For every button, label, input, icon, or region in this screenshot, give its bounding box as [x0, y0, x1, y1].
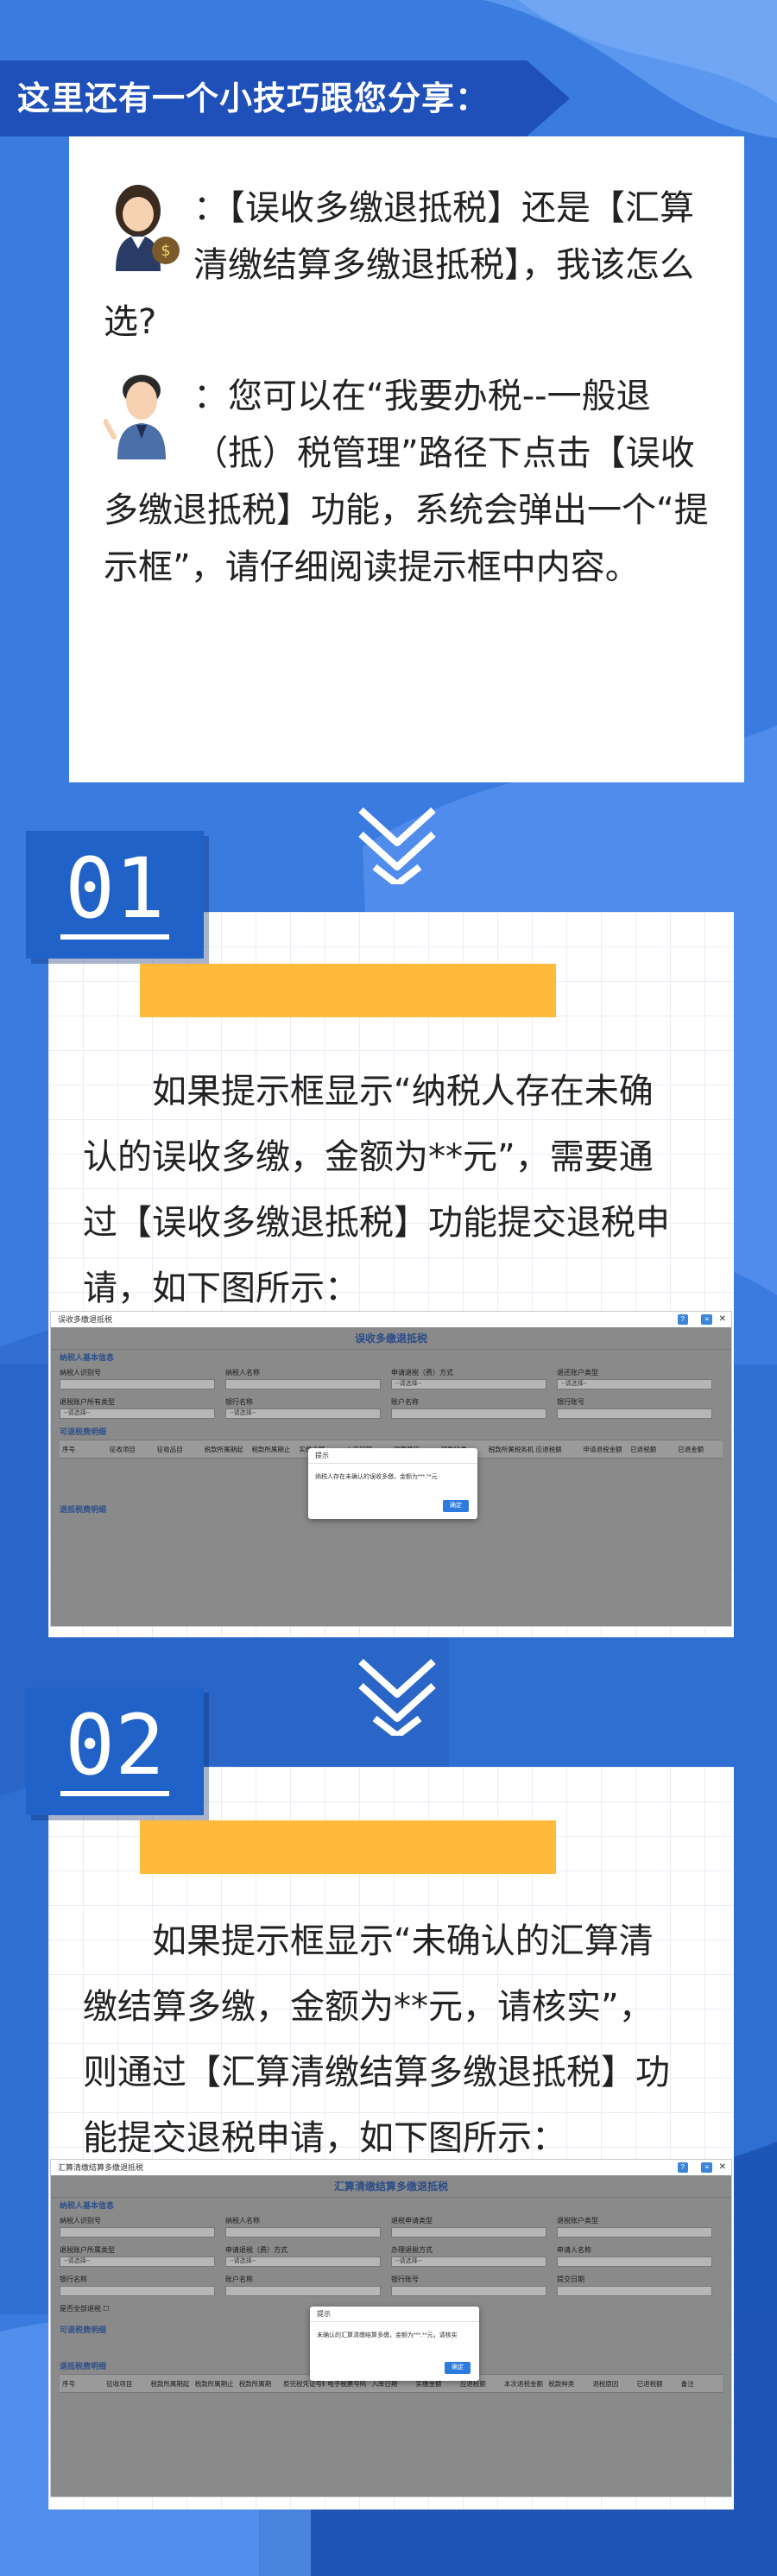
shot2-form-title: 汇算清缴结算多缴退抵税	[51, 2175, 731, 2198]
shot1-dialog-ok-button[interactable]: 确定	[443, 1500, 469, 1512]
shot1-help-button[interactable]: ?	[677, 1314, 688, 1325]
shot1-form-title: 误收多缴退抵税	[51, 1327, 731, 1350]
male-agent-avatar-icon	[104, 375, 166, 459]
close-icon[interactable]: ✕	[719, 2160, 726, 2175]
shot2-menu-button[interactable]: ≡	[701, 2162, 712, 2173]
shot2-field-taxid: 纳税人识别号	[60, 2213, 225, 2243]
step1-highlight-bar	[140, 964, 556, 1017]
shot2-field-account-no: 银行账号	[391, 2272, 557, 2301]
shot2-dialog-ok-button[interactable]: 确定	[445, 2362, 471, 2374]
screenshot-1: 误收多缴退抵税 ? ≡ ✕ 误收多缴退抵税 纳税人基本信息 纳税人识别号 纳税人…	[50, 1311, 732, 1627]
screenshot-2: 汇算清缴结算多缴退抵税 ? ≡ ✕ 汇算清缴结算多缴退抵税 纳税人基本信息 纳税…	[50, 2159, 732, 2497]
shot1-dialog-message: 纳税人存在未确认的误收多缴，金额为***.**元	[315, 1474, 438, 1480]
step1-text: 如果提示框显示“纳税人存在未确认的误收多缴，金额为**元”，需要通过【误收多缴退…	[83, 1072, 670, 1308]
shot1-dialog-title: 提示	[308, 1448, 477, 1464]
shot2-window-title: 汇算清缴结算多缴退抵税	[58, 2163, 144, 2172]
shot2-field-name: 纳税人名称	[225, 2213, 391, 2243]
chevron-down-icon	[358, 1659, 436, 1736]
shot1-form-grid: 纳税人识别号 纳税人名称 申请退税（费）方式 --请选择-- 退还账户类型 --请选…	[51, 1365, 731, 1424]
step1-underline	[60, 934, 169, 940]
answer-text: ：您可以在“我要办税--一般退（抵）税管理”路径下点击【误收多缴退抵税】功能，系…	[104, 377, 709, 587]
shot2-field-refund-method: 申请退税（费）方式 --请选择--	[225, 2243, 391, 2272]
shot2-field-submit-date: 提交日期	[557, 2272, 723, 2301]
shot2-dialog-message: 未确认的汇算清缴结算多缴，金额为***.**元，请核实	[317, 2332, 458, 2339]
shot2-field-account-type: 退税账户类型	[557, 2213, 723, 2243]
tip-banner-text: 这里还有一个小技巧跟您分享：	[17, 79, 490, 117]
female-agent-avatar-icon: $	[116, 185, 180, 271]
step2-highlight-bar	[140, 1820, 556, 1874]
close-icon[interactable]: ✕	[719, 1312, 726, 1327]
shot2-section-taxpayer: 纳税人基本信息	[60, 2201, 115, 2210]
shot1-field-account-owner: 退税账户所有类型 --请选择--	[60, 1395, 225, 1424]
shot2-window-bar: 汇算清缴结算多缴退抵税 ? ≡ ✕	[51, 2160, 731, 2175]
question-block: $ ：【误收多缴退抵税】还是【汇算清缴结算多缴退抵税】，我该怎么选?	[104, 180, 710, 351]
shot2-field-account-name: 账户名称	[225, 2272, 391, 2301]
shot2-field-apply-type: 退税申请类型	[391, 2213, 557, 2243]
step2-text: 如果提示框显示“未确认的汇算清缴结算多缴，金额为**元，请核实”，则通过【汇算清…	[83, 1921, 670, 2158]
step1-badge: 01	[26, 831, 204, 959]
chevron-down-icon	[358, 807, 436, 884]
step2-underline	[60, 1791, 169, 1796]
svg-text:$: $	[161, 242, 170, 260]
shot2-field-applicant: 申请人名称	[557, 2243, 723, 2272]
shot1-field-taxid: 纳税人识别号	[60, 1365, 225, 1395]
shot2-help-button[interactable]: ?	[677, 2162, 688, 2173]
step2-number: 02	[65, 1697, 165, 1794]
tip-banner: 这里还有一个小技巧跟您分享：	[0, 60, 570, 136]
shot1-window-title: 误收多缴退抵税	[58, 1315, 113, 1324]
shot1-menu-button[interactable]: ≡	[701, 1314, 712, 1325]
question-text: ：【误收多缴退抵税】还是【汇算清缴结算多缴退抵税】，我该怎么选?	[104, 188, 694, 342]
step1-number: 01	[65, 840, 165, 937]
shot1-section-refundable: 可退税费明细	[60, 1427, 107, 1436]
shot1-field-refund-method: 申请退税（费）方式 --请选择--	[391, 1365, 557, 1395]
answer-block: ：您可以在“我要办税--一般退（抵）税管理”路径下点击【误收多缴退抵税】功能，系…	[104, 368, 710, 596]
shot1-field-bank: 银行名称 --请选择--	[225, 1395, 391, 1424]
shot1-field-name: 纳税人名称	[225, 1365, 391, 1395]
qa-card: $ ：【误收多缴退抵税】还是【汇算清缴结算多缴退抵税】，我该怎么选? ：您可以在…	[69, 136, 744, 782]
shot1-dialog: 提示 纳税人存在未确认的误收多缴，金额为***.**元 确定	[308, 1448, 477, 1519]
shot1-field-account-no: 银行账号	[557, 1395, 723, 1424]
shot1-field-account-type: 退还账户类型 --请选择--	[557, 1365, 723, 1395]
step2-badge: 02	[26, 1687, 204, 1815]
shot2-dialog: 提示 未确认的汇算清缴结算多缴，金额为***.**元，请核实 确定	[310, 2307, 479, 2381]
shot2-field-bank: 银行名称	[60, 2272, 225, 2301]
shot1-field-account-name: 账户名称	[391, 1395, 557, 1424]
shot1-window-bar: 误收多缴退抵税 ? ≡ ✕	[51, 1312, 731, 1327]
shot2-field-handle-method: 办理退税方式 --请选择--	[391, 2243, 557, 2272]
shot2-dialog-title: 提示	[310, 2307, 479, 2322]
shot1-section-taxpayer: 纳税人基本信息	[60, 1353, 115, 1362]
shot2-field-account-owner: 退税账户所属类型 --请选择--	[60, 2243, 225, 2272]
